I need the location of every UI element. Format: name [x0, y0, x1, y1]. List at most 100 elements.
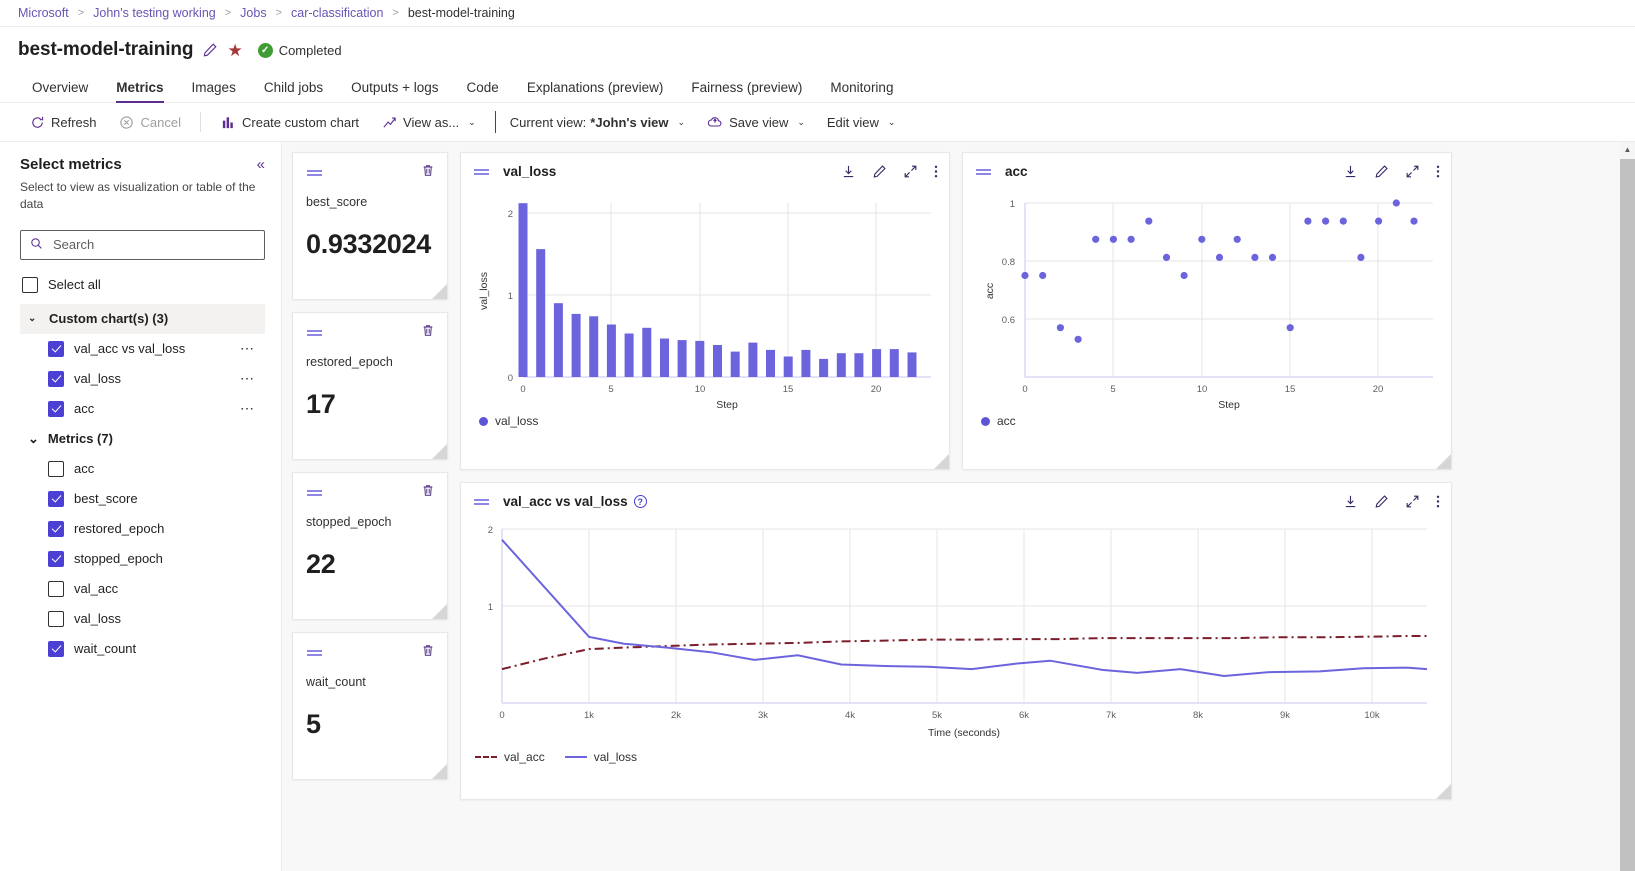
resize-handle[interactable] — [1436, 454, 1451, 469]
help-icon[interactable]: ? — [634, 495, 647, 508]
checkbox[interactable] — [48, 341, 64, 357]
scroll-up-arrow-icon[interactable]: ▲ — [1624, 142, 1632, 154]
checkbox[interactable] — [48, 641, 64, 657]
sidebar-item-val-loss-custom[interactable]: val_loss ⋯ — [20, 364, 265, 394]
drag-handle-icon[interactable] — [306, 168, 324, 178]
checkbox[interactable] — [48, 551, 64, 567]
more-vertical-icon[interactable] — [1436, 494, 1440, 509]
more-vertical-icon[interactable] — [1436, 164, 1440, 179]
scrollbar-thumb[interactable] — [1620, 159, 1635, 871]
current-view-dropdown[interactable]: *John's view ⌄ — [586, 107, 696, 137]
legend-item-val-acc[interactable]: val_acc — [475, 750, 545, 764]
legend-label: acc — [997, 414, 1016, 428]
search-box[interactable] — [20, 230, 265, 260]
tab-code[interactable]: Code — [453, 80, 513, 102]
drag-handle-icon[interactable] — [306, 328, 324, 338]
download-icon[interactable] — [1343, 164, 1358, 179]
select-all-checkbox[interactable] — [22, 277, 38, 293]
drag-handle-icon[interactable] — [473, 497, 491, 507]
resize-handle[interactable] — [432, 764, 447, 779]
double-chevron-left-icon[interactable]: « — [257, 156, 265, 172]
metric-label: val_loss — [74, 611, 121, 626]
more-vertical-icon[interactable] — [934, 164, 938, 179]
pencil-icon[interactable] — [872, 164, 887, 179]
download-icon[interactable] — [841, 164, 856, 179]
chart-plot-val-loss: 2 1 0 0 5 10 15 20 — [461, 181, 949, 428]
resize-handle[interactable] — [432, 444, 447, 459]
checkbox[interactable] — [48, 521, 64, 537]
trash-icon[interactable] — [421, 323, 435, 343]
trash-icon[interactable] — [421, 483, 435, 503]
select-all-row[interactable]: Select all — [20, 270, 265, 300]
checkbox[interactable] — [48, 371, 64, 387]
vertical-scrollbar[interactable]: ▲ — [1620, 142, 1635, 871]
download-icon[interactable] — [1343, 494, 1358, 509]
checkbox[interactable] — [48, 461, 64, 477]
scalar-name: restored_epoch — [293, 343, 447, 369]
drag-handle-icon[interactable] — [473, 167, 491, 177]
legend-item-val-loss[interactable]: val_loss — [565, 750, 637, 764]
checkbox[interactable] — [48, 401, 64, 417]
sidebar-item-val-acc[interactable]: val_acc — [20, 574, 265, 604]
pencil-icon[interactable] — [1374, 494, 1389, 509]
breadcrumb-item-workspace[interactable]: John's testing working — [93, 6, 216, 20]
tab-images[interactable]: Images — [178, 80, 250, 102]
expand-icon[interactable] — [1405, 494, 1420, 509]
drag-handle-icon[interactable] — [306, 488, 324, 498]
create-custom-chart-button[interactable]: Create custom chart — [209, 107, 370, 137]
breadcrumb-item-microsoft[interactable]: Microsoft — [18, 6, 69, 20]
drag-handle-icon[interactable] — [975, 167, 993, 177]
sidebar-item-val-acc-vs-val-loss[interactable]: val_acc vs val_loss ⋯ — [20, 334, 265, 364]
tab-metrics[interactable]: Metrics — [102, 80, 177, 102]
sidebar-item-acc[interactable]: acc — [20, 454, 265, 484]
cancel-button[interactable]: Cancel — [108, 107, 192, 137]
search-input[interactable] — [51, 236, 255, 253]
trash-icon[interactable] — [421, 163, 435, 183]
breadcrumb-item-jobs[interactable]: Jobs — [240, 6, 266, 20]
resize-handle[interactable] — [432, 284, 447, 299]
save-view-button[interactable]: Save view ⌄ — [696, 107, 816, 137]
cancel-icon — [119, 114, 135, 130]
resize-handle[interactable] — [1436, 784, 1451, 799]
tab-explanations[interactable]: Explanations (preview) — [513, 80, 678, 102]
legend-label: val_loss — [594, 750, 637, 764]
card-header — [293, 313, 447, 343]
sidebar-item-acc-custom[interactable]: acc ⋯ — [20, 394, 265, 424]
drag-handle-icon[interactable] — [306, 648, 324, 658]
breadcrumb-item-experiment[interactable]: car-classification — [291, 6, 383, 20]
sidebar-item-best-score[interactable]: best_score — [20, 484, 265, 514]
svg-text:2: 2 — [488, 525, 493, 536]
trash-icon[interactable] — [421, 643, 435, 663]
checkbox[interactable] — [48, 581, 64, 597]
more-options-icon[interactable]: ⋯ — [240, 340, 261, 357]
pencil-icon[interactable] — [202, 42, 218, 58]
checkbox[interactable] — [48, 611, 64, 627]
edit-view-button[interactable]: Edit view ⌄ — [816, 107, 907, 137]
star-icon[interactable]: ★ — [227, 42, 242, 59]
resize-handle[interactable] — [934, 454, 949, 469]
tab-monitoring[interactable]: Monitoring — [816, 80, 907, 102]
group-custom-charts[interactable]: ⌄ Custom chart(s) (3) — [20, 304, 265, 334]
more-options-icon[interactable]: ⋯ — [240, 400, 261, 417]
pencil-icon[interactable] — [1374, 164, 1389, 179]
tab-fairness[interactable]: Fairness (preview) — [677, 80, 816, 102]
refresh-button[interactable]: Refresh — [18, 107, 108, 137]
chart-legend-val-loss: val_loss — [461, 414, 949, 428]
resize-handle[interactable] — [432, 604, 447, 619]
sidebar-item-val-loss[interactable]: val_loss — [20, 604, 265, 634]
sidebar-item-stopped-epoch[interactable]: stopped_epoch — [20, 544, 265, 574]
legend-item-val-loss[interactable]: val_loss — [479, 414, 538, 428]
group-metrics[interactable]: ⌄ Metrics (7) — [20, 424, 265, 454]
sidebar-item-restored-epoch[interactable]: restored_epoch — [20, 514, 265, 544]
more-options-icon[interactable]: ⋯ — [240, 370, 261, 387]
tab-overview[interactable]: Overview — [18, 80, 102, 102]
expand-icon[interactable] — [903, 164, 918, 179]
sidebar-item-wait-count[interactable]: wait_count — [20, 634, 265, 664]
expand-icon[interactable] — [1405, 164, 1420, 179]
tab-child-jobs[interactable]: Child jobs — [250, 80, 337, 102]
legend-item-acc[interactable]: acc — [981, 414, 1016, 428]
checkbox[interactable] — [48, 491, 64, 507]
view-as-button[interactable]: View as... ⌄ — [370, 107, 487, 137]
tab-outputs-logs[interactable]: Outputs + logs — [337, 80, 452, 102]
toolbar-divider — [200, 112, 201, 132]
